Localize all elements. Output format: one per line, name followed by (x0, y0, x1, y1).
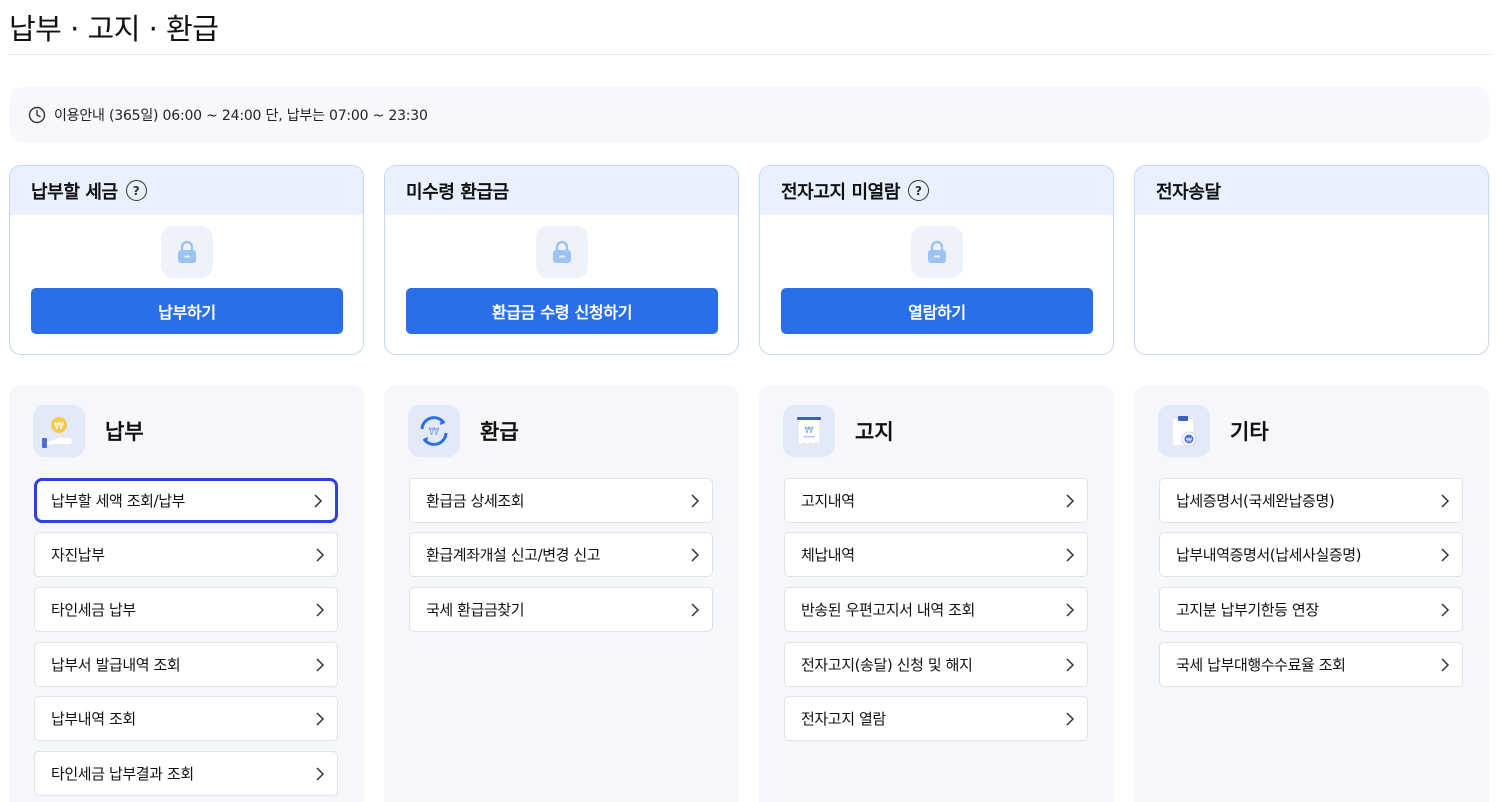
menu-item[interactable]: 전자고지(송달) 신청 및 해지 (784, 642, 1088, 687)
svg-text:₩: ₩ (805, 426, 814, 436)
clock-icon (28, 106, 46, 124)
usage-notice: 이용안내 (365일) 06:00 ~ 24:00 단, 납부는 07:00 ~… (9, 87, 1490, 143)
menu-item-label: 타인세금 납부결과 조회 (51, 765, 194, 783)
card-unread-e-notice: 전자고지 미열람 ? 열람하기 (759, 165, 1114, 355)
help-icon[interactable]: ? (125, 180, 147, 201)
notice-receipt-icon: ₩ (783, 405, 835, 457)
chevron-right-icon (1441, 547, 1450, 562)
panel-payment: ₩ 납부 납부할 세액 조회/납부 자진납부 타인세금 납부 납부서 발급내역 … (9, 385, 364, 802)
title-divider (9, 54, 1491, 55)
menu-item-label: 고지내역 (801, 492, 855, 510)
panel-notice: ₩ 고지 고지내역 체납내역 반송된 우편고지서 내역 조회 전자고지(송달) … (759, 385, 1114, 802)
menu-item[interactable]: 체납내역 (784, 532, 1088, 577)
menu-item-label: 납부내역 조회 (51, 710, 136, 728)
panel-title: 고지 (855, 420, 894, 444)
menu-item-label: 타인세금 납부 (51, 601, 136, 619)
chevron-right-icon (316, 766, 325, 781)
menu-item-label: 국세 납부대행수수료율 조회 (1176, 656, 1346, 674)
chevron-right-icon (691, 602, 700, 617)
menu-item-label: 납세증명서(국세완납증명) (1176, 492, 1335, 510)
pay-button[interactable]: 납부하기 (31, 288, 343, 334)
svg-text:₩: ₩ (1186, 437, 1192, 444)
menu-item[interactable]: 국세 환급금찾기 (409, 587, 713, 632)
card-title: 미수령 환급금 (406, 181, 509, 203)
chevron-right-icon (691, 547, 700, 562)
menu-item-label: 전자고지 열람 (801, 710, 886, 728)
panel-title: 환급 (480, 420, 519, 444)
menu-item[interactable]: 자진납부 (34, 532, 338, 577)
menu-item-label: 납부서 발급내역 조회 (51, 656, 181, 674)
chevron-right-icon (1066, 602, 1075, 617)
coin-hand-icon: ₩ (33, 405, 85, 457)
lock-icon (911, 226, 963, 278)
chevron-right-icon (316, 711, 325, 726)
menu-item[interactable]: 납부내역 조회 (34, 696, 338, 741)
menu-item[interactable]: 환급계좌개설 신고/변경 신고 (409, 532, 713, 577)
card-title: 납부할 세금 (31, 181, 118, 203)
menu-item[interactable]: 고지분 납부기한등 연장 (1159, 587, 1463, 632)
menu-item-label: 체납내역 (801, 546, 855, 564)
menu-item-label: 납부내역증명서(납세사실증명) (1176, 546, 1362, 564)
lock-icon (161, 226, 213, 278)
menu-item[interactable]: 고지내역 (784, 478, 1088, 523)
menu-item-label: 납부할 세액 조회/납부 (51, 492, 185, 510)
chevron-right-icon (1066, 657, 1075, 672)
chevron-right-icon (1066, 711, 1075, 726)
menu-item[interactable]: 타인세금 납부결과 조회 (34, 751, 338, 796)
refund-cycle-icon: ₩ (408, 405, 460, 457)
panel-other: ₩ 기타 납세증명서(국세완납증명) 납부내역증명서(납세사실증명) 고지분 납… (1134, 385, 1489, 802)
card-unclaimed-refund: 미수령 환급금 환급금 수령 신청하기 (384, 165, 739, 355)
menu-item-label: 환급계좌개설 신고/변경 신고 (426, 546, 601, 564)
card-tax-to-pay: 납부할 세금 ? 납부하기 (9, 165, 364, 355)
chevron-right-icon (1441, 602, 1450, 617)
chevron-right-icon (1441, 493, 1450, 508)
menu-item-label: 환급금 상세조회 (426, 492, 525, 510)
chevron-right-icon (316, 547, 325, 562)
menu-item[interactable]: 납부서 발급내역 조회 (34, 642, 338, 687)
chevron-right-icon (314, 493, 323, 508)
menu-item-label: 국세 환급금찾기 (426, 601, 525, 619)
menu-item[interactable]: 납부내역증명서(납세사실증명) (1159, 532, 1463, 577)
panel-title: 기타 (1230, 420, 1269, 444)
svg-text:₩: ₩ (54, 421, 64, 432)
chevron-right-icon (691, 493, 700, 508)
menu-item[interactable]: 국세 납부대행수수료율 조회 (1159, 642, 1463, 687)
chevron-right-icon (316, 657, 325, 672)
svg-text:₩: ₩ (429, 425, 440, 438)
help-icon[interactable]: ? (908, 180, 929, 201)
page-title: 납부 · 고지 · 환급 (9, 12, 219, 46)
menu-item-label: 고지분 납부기한등 연장 (1176, 601, 1319, 619)
menu-item[interactable]: 전자고지 열람 (784, 696, 1088, 741)
card-title: 전자송달 (1156, 181, 1221, 203)
panel-refund: ₩ 환급 환급금 상세조회 환급계좌개설 신고/변경 신고 국세 환급금찾기 (384, 385, 739, 802)
chevron-right-icon (1066, 493, 1075, 508)
card-e-delivery: 전자송달 (1134, 165, 1489, 355)
menu-item-label: 반송된 우편고지서 내역 조회 (801, 601, 975, 619)
lock-icon (536, 226, 588, 278)
menu-item[interactable]: 반송된 우편고지서 내역 조회 (784, 587, 1088, 632)
chevron-right-icon (1066, 547, 1075, 562)
menu-item[interactable]: 타인세금 납부 (34, 587, 338, 632)
menu-item[interactable]: 납세증명서(국세완납증명) (1159, 478, 1463, 523)
panel-title: 납부 (105, 420, 144, 444)
chevron-right-icon (1441, 657, 1450, 672)
view-button[interactable]: 열람하기 (781, 288, 1093, 334)
usage-notice-text: 이용안내 (365일) 06:00 ~ 24:00 단, 납부는 07:00 ~… (54, 108, 428, 124)
chevron-right-icon (316, 602, 325, 617)
menu-item[interactable]: 환급금 상세조회 (409, 478, 713, 523)
refund-apply-button[interactable]: 환급금 수령 신청하기 (406, 288, 718, 334)
menu-item[interactable]: 납부할 세액 조회/납부 (34, 478, 338, 523)
menu-item-label: 전자고지(송달) 신청 및 해지 (801, 656, 973, 674)
menu-item-label: 자진납부 (51, 546, 105, 564)
clipboard-coin-icon: ₩ (1158, 405, 1210, 457)
card-title: 전자고지 미열람 (781, 181, 900, 203)
